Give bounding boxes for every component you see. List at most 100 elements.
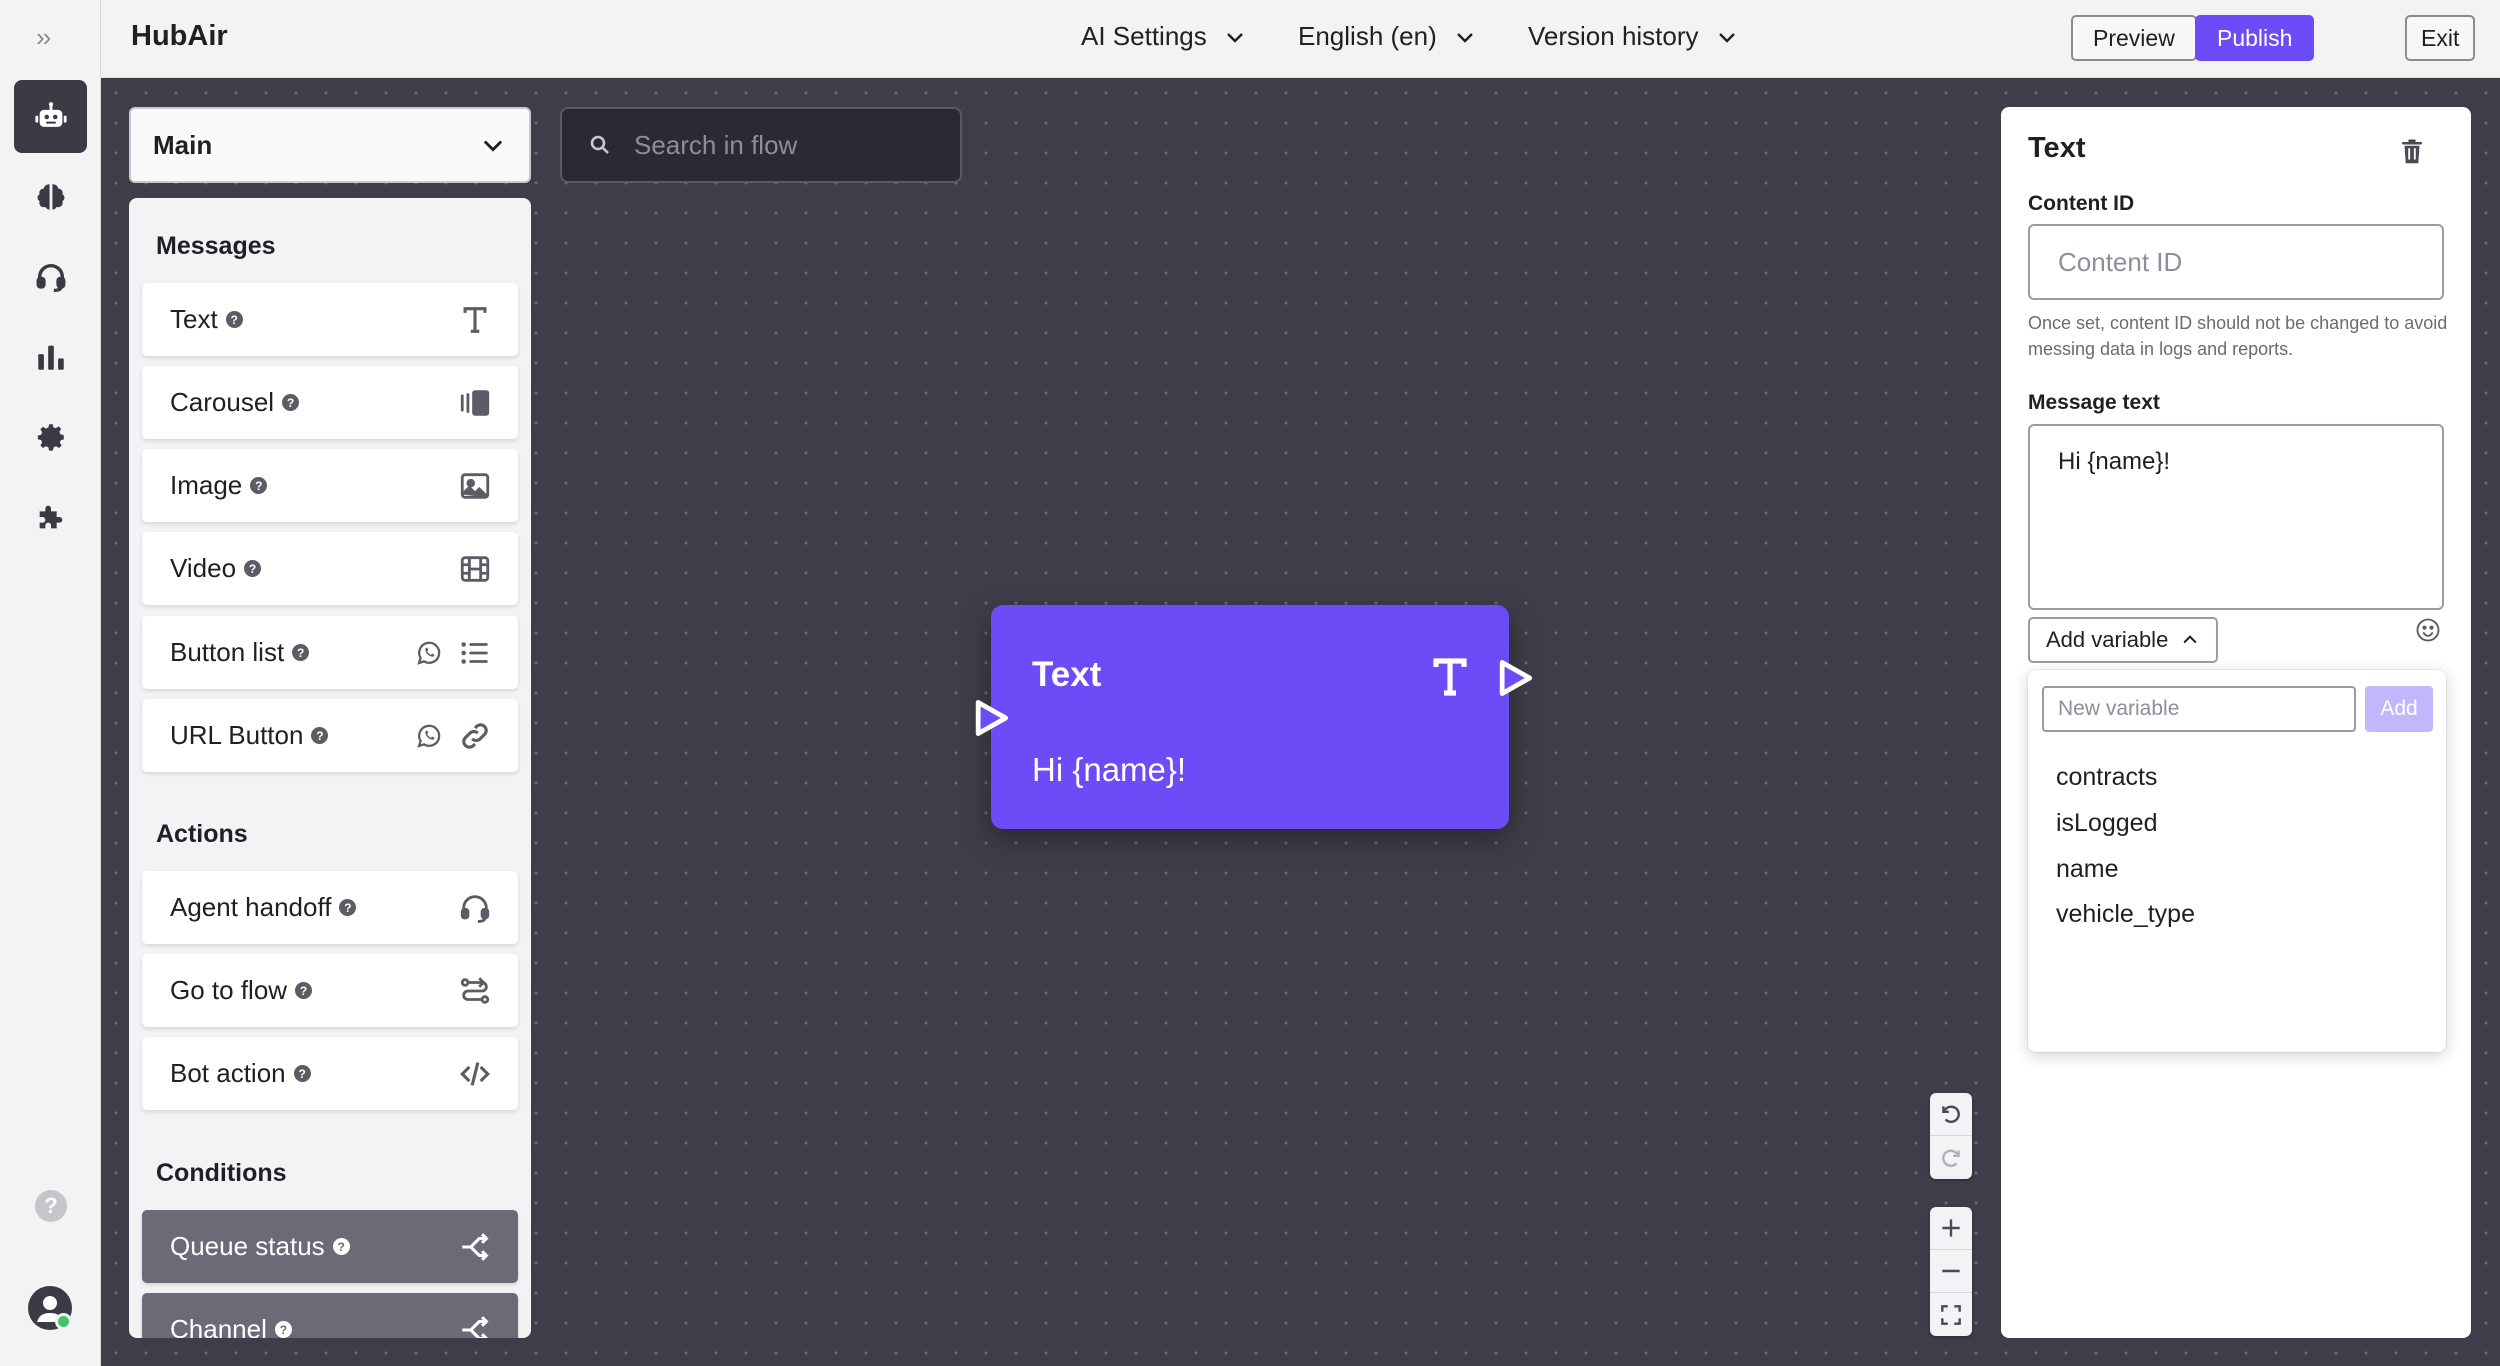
video-icon [460, 555, 490, 582]
chevron-up-icon [2183, 635, 2197, 644]
new-variable-input[interactable] [2042, 686, 2356, 732]
route-icon [460, 976, 490, 1004]
palette-item-url-button[interactable]: URL Button? [142, 699, 518, 772]
palette-item-carousel[interactable]: Carousel? [142, 366, 518, 439]
node-message: Hi {name}! [1032, 751, 1187, 788]
palette-item-video[interactable]: Video? [142, 532, 518, 605]
palette-item-queue-status[interactable]: Queue status? [142, 1210, 518, 1283]
link-icon [462, 722, 488, 749]
palette-item-channel[interactable]: Channel? [142, 1293, 518, 1338]
bot-icon[interactable] [14, 80, 87, 153]
zoom-in-button[interactable] [1930, 1207, 1972, 1250]
help-icon[interactable]: ? [225, 311, 243, 328]
emoji-icon[interactable] [2414, 616, 2442, 644]
redo-button[interactable] [1930, 1136, 1972, 1179]
panel-title: Text [2028, 132, 2086, 164]
palette-item-label: Agent handoff [170, 892, 332, 922]
variable-option-islogged[interactable]: isLogged [2056, 809, 2157, 838]
brain-icon[interactable] [14, 160, 87, 233]
conditions-section-title: Conditions [156, 1159, 287, 1187]
palette-item-label: Bot action [170, 1058, 286, 1088]
palette-item-agent-handoff[interactable]: Agent handoff? [142, 871, 518, 944]
content-id-hint: Once set, content ID should not be chang… [2028, 313, 2448, 359]
palette-item-button-list[interactable]: Button list? [142, 616, 518, 689]
ai-settings-menu[interactable]: AI Settings [1081, 21, 1247, 52]
text-icon [1433, 658, 1467, 696]
chart-icon[interactable] [14, 320, 87, 393]
fit-view-button[interactable] [1930, 1293, 1972, 1336]
palette-item-label: Image [170, 470, 243, 500]
palette-item-label: Go to flow [170, 975, 288, 1005]
top-bar: HubAir AI Settings English (en) Version … [101, 0, 2500, 78]
help-icon[interactable]: ? [332, 1238, 350, 1255]
palette-item-go-to-flow[interactable]: Go to flow? [142, 954, 518, 1027]
message-text-label: Message text [2028, 391, 2160, 414]
zoom-out-button[interactable] [1930, 1250, 1972, 1293]
palette-item-label: Queue status [170, 1231, 325, 1261]
palette-item-image[interactable]: Image? [142, 449, 518, 522]
redo-icon [1942, 1149, 1960, 1167]
version-history-menu[interactable]: Version history [1528, 21, 1739, 52]
text-icon [463, 306, 487, 333]
left-rail: ›› ? [0, 0, 101, 1366]
help-icon[interactable]: ? [35, 1190, 67, 1222]
chevron-down-icon [1456, 32, 1473, 43]
expand-rail-icon[interactable]: ›› [36, 22, 51, 53]
variable-option-vehicle-type[interactable]: vehicle_type [2056, 900, 2195, 929]
preview-button[interactable]: Preview [2071, 15, 2197, 61]
help-icon[interactable]: ? [244, 560, 262, 577]
help-icon[interactable]: ? [292, 644, 310, 661]
input-port-icon[interactable] [969, 695, 1013, 741]
palette-item-bot-action[interactable]: Bot action? [142, 1037, 518, 1110]
content-id-input[interactable] [2028, 224, 2444, 300]
search-icon [590, 135, 609, 154]
headset-icon [460, 894, 490, 923]
minus-icon [1942, 1269, 1960, 1273]
palette-item-text[interactable]: Text? [142, 283, 518, 356]
split-icon [462, 1315, 489, 1338]
palette-item-label: Text [170, 304, 218, 334]
exit-button[interactable]: Exit [2405, 15, 2476, 61]
actions-section-title: Actions [156, 820, 248, 848]
add-variable-button[interactable]: Add variable [2028, 617, 2219, 663]
history-controls [1930, 1093, 1972, 1179]
zoom-controls [1930, 1207, 1972, 1336]
language-menu[interactable]: English (en) [1298, 21, 1477, 52]
image-icon [460, 472, 490, 499]
split-icon [462, 1232, 489, 1261]
node-palette: Messages Text? Carousel? Image? Video? B… [129, 198, 531, 1338]
trash-icon[interactable] [2397, 137, 2427, 167]
headset-icon[interactable] [14, 240, 87, 313]
carousel-icon [460, 389, 490, 416]
help-icon[interactable]: ? [250, 477, 268, 494]
add-variable-confirm-button[interactable]: Add [2365, 686, 2433, 732]
help-icon[interactable]: ? [311, 727, 329, 744]
help-icon[interactable]: ? [295, 982, 313, 999]
plus-icon [1942, 1219, 1960, 1237]
help-icon[interactable]: ? [282, 394, 300, 411]
help-icon[interactable]: ? [293, 1065, 311, 1082]
search-box [560, 107, 962, 183]
app-title: HubAir [131, 20, 228, 52]
publish-button[interactable]: Publish [2195, 15, 2315, 61]
flow-node-text[interactable]: Text Hi {name}! [975, 605, 1533, 829]
help-icon[interactable]: ? [274, 1321, 292, 1338]
help-icon[interactable]: ? [339, 899, 357, 916]
puzzle-icon[interactable] [14, 480, 87, 553]
language-label: English (en) [1298, 21, 1437, 51]
palette-item-label: Video [170, 553, 237, 583]
gear-icon[interactable] [14, 400, 87, 473]
palette-item-label: URL Button [170, 720, 304, 750]
output-port-icon[interactable] [1493, 655, 1537, 701]
variable-option-contracts[interactable]: contracts [2056, 763, 2157, 792]
whatsapp-icon [417, 641, 441, 665]
variable-option-name[interactable]: name [2056, 855, 2119, 884]
chevron-down-icon [1226, 32, 1243, 43]
palette-item-label: Channel [170, 1314, 267, 1338]
search-input[interactable] [634, 129, 934, 161]
flow-select-value: Main [153, 129, 213, 160]
undo-button[interactable] [1930, 1093, 1972, 1136]
node-title: Text [1032, 655, 1102, 694]
flow-select[interactable]: Main [129, 107, 531, 183]
message-text-area[interactable]: Hi {name}! [2028, 424, 2444, 610]
